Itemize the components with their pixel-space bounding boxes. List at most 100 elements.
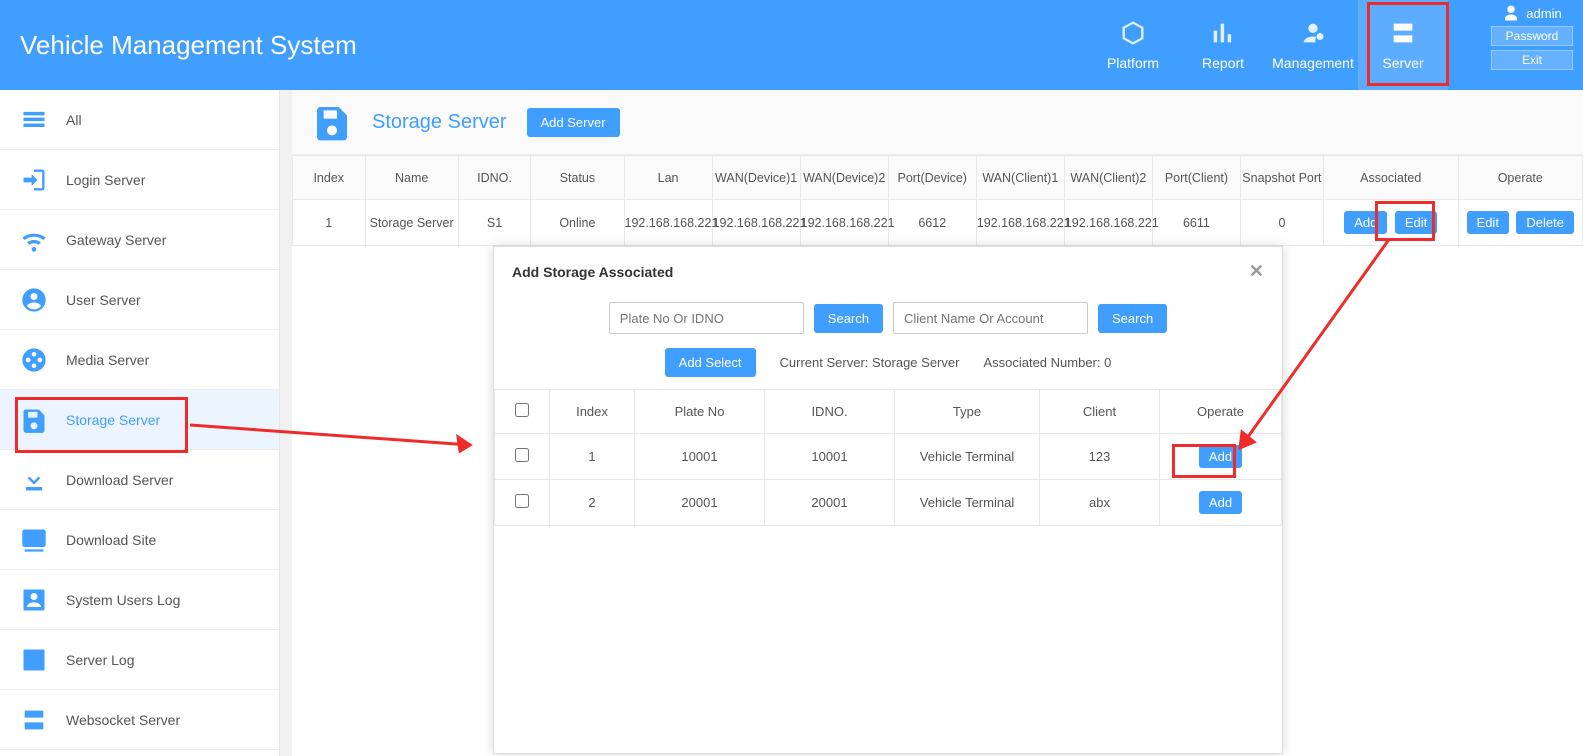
cell-associated: Add Edit <box>1323 200 1458 246</box>
sidebar-all[interactable]: All <box>0 90 279 150</box>
operate-delete-button[interactable]: Delete <box>1516 211 1574 234</box>
sidebar-user-server[interactable]: User Server <box>0 270 279 330</box>
sidebar-scroll-gutter <box>280 90 292 756</box>
cell-index: 1 <box>550 434 635 480</box>
cell-wan-dev2: 192.168.168.221 <box>800 200 888 246</box>
assoc-edit-button[interactable]: Edit <box>1395 211 1437 234</box>
cell-port-dev: 6612 <box>888 200 976 246</box>
barchart-icon <box>1209 19 1237 47</box>
col-idno: IDNO. <box>458 156 531 200</box>
row-add-button[interactable]: Add <box>1199 445 1242 468</box>
password-button[interactable]: Password <box>1491 26 1573 46</box>
cell-wan-cli2: 192.168.168.221 <box>1064 200 1152 246</box>
socket-icon <box>20 706 48 734</box>
page-header: Storage Server Add Server <box>292 90 1583 155</box>
associated-number-label: Associated Number: 0 <box>983 355 1111 370</box>
cell-index: 2 <box>550 480 635 526</box>
sidebar-download-site[interactable]: Download Site <box>0 510 279 570</box>
col-wan-dev1: WAN(Device)1 <box>712 156 800 200</box>
col-type: Type <box>895 390 1040 434</box>
cell-operate: Edit Delete <box>1458 200 1582 246</box>
sidebar-system-users-log[interactable]: System Users Log <box>0 570 279 630</box>
sidebar-label: All <box>66 112 82 128</box>
col-operate: Operate <box>1160 390 1282 434</box>
cell-lan: 192.168.168.221 <box>624 200 712 246</box>
col-wan-cli2: WAN(Client)2 <box>1064 156 1152 200</box>
user-circle-icon <box>20 286 48 314</box>
sidebar-login-server[interactable]: Login Server <box>0 150 279 210</box>
operate-edit-button[interactable]: Edit <box>1467 211 1509 234</box>
sidebar-download-server[interactable]: Download Server <box>0 450 279 510</box>
plate-search-input[interactable] <box>609 302 804 334</box>
exit-button[interactable]: Exit <box>1491 50 1573 70</box>
plate-search-button[interactable]: Search <box>814 304 883 333</box>
dialog-controls: Search Search <box>494 296 1282 344</box>
close-icon[interactable]: ✕ <box>1249 261 1264 282</box>
cell-snapshot: 0 <box>1240 200 1323 246</box>
cell-status: Online <box>531 200 624 246</box>
cell-index: 1 <box>293 200 366 246</box>
nav-label: Server <box>1382 55 1423 71</box>
cell-name: Storage Server <box>365 200 458 246</box>
page-title: Storage Server <box>372 111 507 134</box>
dialog-header: Add Storage Associated ✕ <box>494 247 1282 296</box>
sidebar-websocket-server[interactable]: Websocket Server <box>0 690 279 750</box>
sidebar-label: User Server <box>66 292 141 308</box>
row-checkbox[interactable] <box>515 494 529 508</box>
col-associated: Associated <box>1323 156 1458 200</box>
sidebar-label: Media Server <box>66 352 149 368</box>
client-search-input[interactable] <box>893 302 1088 334</box>
select-all-checkbox[interactable] <box>515 403 529 417</box>
nav-server[interactable]: Server <box>1358 0 1448 90</box>
sidebar-media-server[interactable]: Media Server <box>0 330 279 390</box>
cell-wan-cli1: 192.168.168.221 <box>976 200 1064 246</box>
sidebar-gateway-server[interactable]: Gateway Server <box>0 210 279 270</box>
monitor-download-icon <box>20 526 48 554</box>
dialog-title: Add Storage Associated <box>512 264 673 280</box>
sidebar-label: Server Log <box>66 652 134 668</box>
row-checkbox[interactable] <box>515 448 529 462</box>
nav-management[interactable]: Management <box>1268 0 1358 90</box>
cell-type: Vehicle Terminal <box>895 434 1040 480</box>
col-lan: Lan <box>624 156 712 200</box>
col-operate: Operate <box>1458 156 1582 200</box>
add-server-button[interactable]: Add Server <box>527 108 620 137</box>
nav-label: Management <box>1272 55 1354 71</box>
sidebar-label: Gateway Server <box>66 232 166 248</box>
nav-platform[interactable]: Platform <box>1088 0 1178 90</box>
sidebar-label: Download Server <box>66 472 173 488</box>
user-gear-icon <box>1299 19 1327 47</box>
add-select-button[interactable]: Add Select <box>665 348 756 377</box>
user-square-icon <box>20 586 48 614</box>
cell-wan-dev1: 192.168.168.221 <box>712 200 800 246</box>
dialog-subrow: Add Select Current Server: Storage Serve… <box>494 344 1282 389</box>
list-icon <box>20 106 48 134</box>
sidebar-label: Websocket Server <box>66 712 180 728</box>
dialog-table-header-row: Index Plate No IDNO. Type Client Operate <box>495 390 1282 434</box>
table-header-row: Index Name IDNO. Status Lan WAN(Device)1… <box>293 156 1583 200</box>
wifi-icon <box>20 226 48 254</box>
sidebar-server-log[interactable]: Server Log <box>0 630 279 690</box>
current-server-label: Current Server: Storage Server <box>780 355 960 370</box>
login-icon <box>20 166 48 194</box>
cell-plate: 20001 <box>635 480 765 526</box>
cell-client: 123 <box>1040 434 1160 480</box>
sidebar-label: Login Server <box>66 172 145 188</box>
download-icon <box>20 466 48 494</box>
app-title: Vehicle Management System <box>20 30 357 61</box>
col-wan-dev2: WAN(Device)2 <box>800 156 888 200</box>
nav-report[interactable]: Report <box>1178 0 1268 90</box>
col-select <box>495 390 550 434</box>
cell-idno: 10001 <box>765 434 895 480</box>
log-icon <box>20 646 48 674</box>
assoc-add-button[interactable]: Add <box>1344 211 1387 234</box>
user-row: admin <box>1502 4 1561 22</box>
sidebar-storage-server[interactable]: Storage Server <box>0 390 279 450</box>
sidebar: All Login Server Gateway Server User Ser… <box>0 90 280 756</box>
col-plate: Plate No <box>635 390 765 434</box>
sidebar-label: Download Site <box>66 532 156 548</box>
save-icon <box>312 102 352 142</box>
cell-type: Vehicle Terminal <box>895 480 1040 526</box>
row-add-button[interactable]: Add <box>1199 491 1242 514</box>
client-search-button[interactable]: Search <box>1098 304 1167 333</box>
